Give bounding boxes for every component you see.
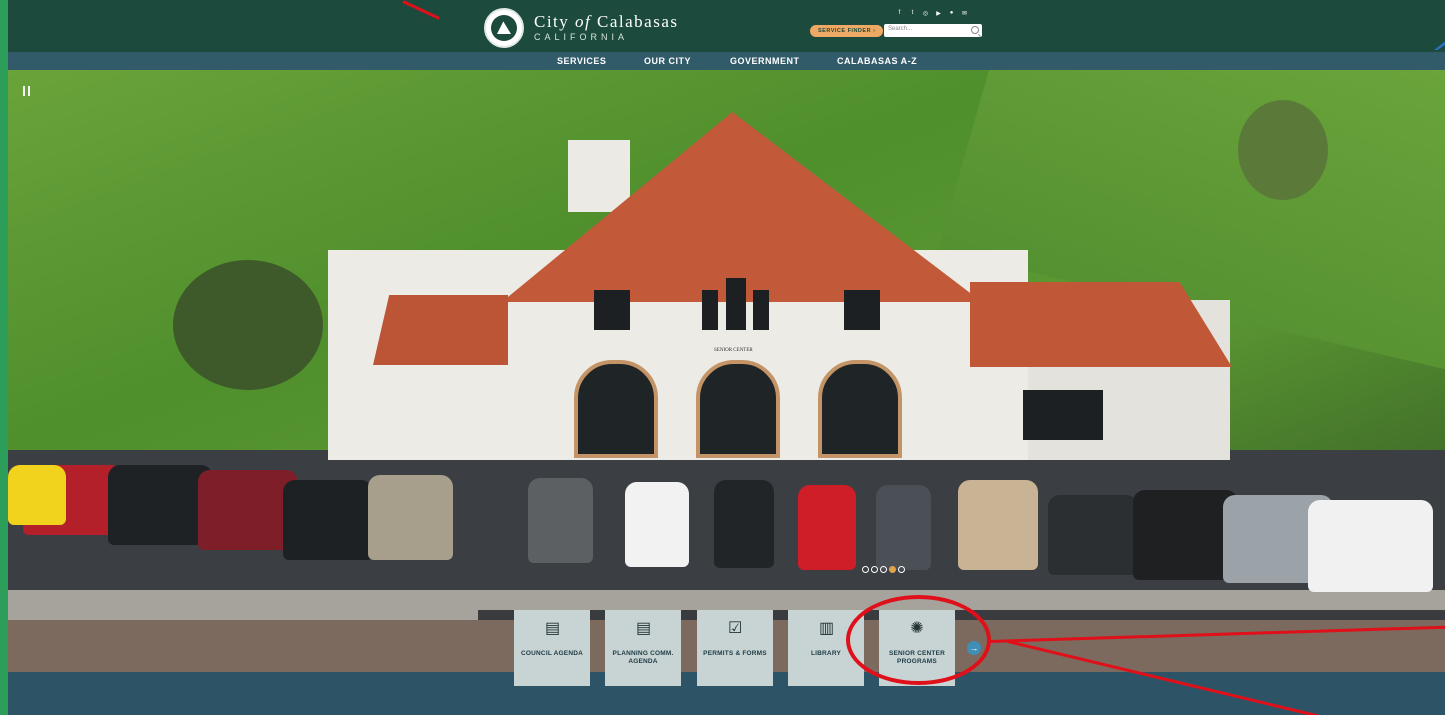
search-placeholder: Search... <box>888 26 913 32</box>
hero-slideshow[interactable]: SENIOR CENTER <box>8 70 1445 672</box>
slide-dot-4[interactable] <box>889 566 896 573</box>
city-logo[interactable]: City of Calabasas CALIFORNIA <box>484 8 679 48</box>
nav-services[interactable]: SERVICES <box>557 52 606 70</box>
clipboard-icon: ☑ <box>728 620 743 637</box>
document-icon: ▤ <box>545 620 561 637</box>
logo-title: City of Calabasas <box>534 12 679 31</box>
facebook-icon[interactable]: f <box>896 10 903 17</box>
browser-viewport: City of Calabasas CALIFORNIA SERVICE FIN… <box>8 0 1445 715</box>
city-seal-icon <box>484 8 524 48</box>
nav-government[interactable]: GOVERNMENT <box>730 52 800 70</box>
youtube-icon[interactable]: ▶ <box>935 10 942 17</box>
nav-calabasas-a-z[interactable]: CALABASAS A-Z <box>837 52 917 70</box>
document-icon: ▤ <box>636 620 652 637</box>
social-icons: f t ◎ ▶ ● ✉ <box>896 10 968 17</box>
tile-permits-forms[interactable]: ☑ PERMITS & FORMS <box>697 610 773 686</box>
search-input[interactable]: Search... <box>884 24 982 37</box>
slide-dot-3[interactable] <box>880 566 887 573</box>
tile-planning-comm-agenda[interactable]: ▤ PLANNING COMM. AGENDA <box>605 610 681 686</box>
nav-our-city[interactable]: OUR CITY <box>644 52 691 70</box>
instagram-icon[interactable]: ◎ <box>922 10 929 17</box>
search-icon[interactable] <box>971 26 979 34</box>
book-icon: ▥ <box>819 620 835 637</box>
slide-dot-2[interactable] <box>871 566 878 573</box>
slide-dot-1[interactable] <box>862 566 869 573</box>
slide-dots <box>862 566 905 573</box>
annotation-circle <box>846 595 991 685</box>
site-header: City of Calabasas CALIFORNIA SERVICE FIN… <box>8 0 1445 52</box>
main-nav: SERVICES OUR CITY GOVERNMENT CALABASAS A… <box>8 52 1445 70</box>
rss-icon[interactable]: ● <box>948 10 955 17</box>
building-sign: SENIOR CENTER <box>714 348 753 353</box>
logo-subtitle: CALIFORNIA <box>534 32 629 42</box>
slide-dot-5[interactable] <box>898 566 905 573</box>
pause-icon[interactable] <box>22 86 32 96</box>
service-finder-button[interactable]: SERVICE FINDER › <box>810 25 884 37</box>
email-icon[interactable]: ✉ <box>961 10 968 17</box>
twitter-icon[interactable]: t <box>909 10 916 17</box>
tile-council-agenda[interactable]: ▤ COUNCIL AGENDA <box>514 610 590 686</box>
